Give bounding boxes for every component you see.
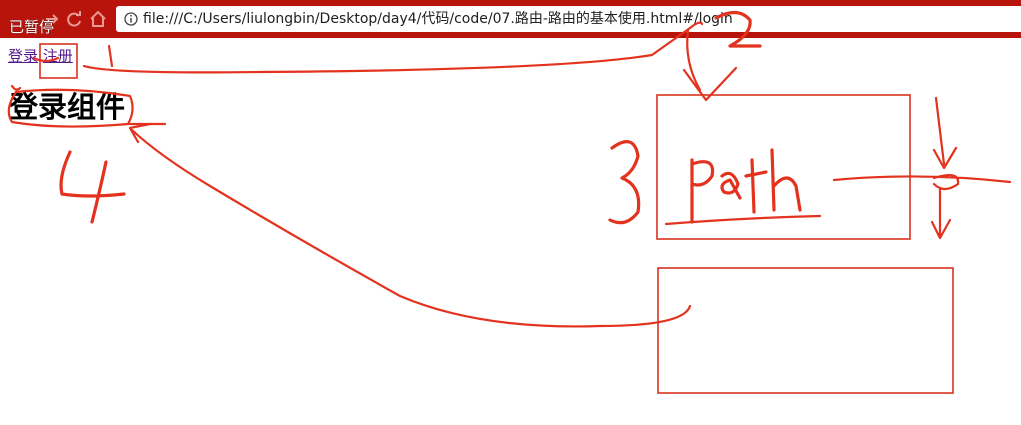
browser-toolbar: file:///C:/Users/liulongbin/Desktop/day4… bbox=[0, 0, 1021, 38]
url-to-path-arrow bbox=[682, 28, 738, 102]
path-underline bbox=[664, 214, 822, 226]
url-text[interactable]: file:///C:/Users/liulongbin/Desktop/day4… bbox=[143, 10, 733, 28]
info-icon[interactable] bbox=[124, 12, 138, 26]
reload-icon[interactable] bbox=[64, 9, 84, 29]
home-icon[interactable] bbox=[88, 9, 108, 29]
number-1-mark bbox=[107, 44, 114, 68]
path-side-arrow bbox=[832, 96, 1012, 240]
component-box bbox=[657, 267, 954, 394]
number-4-mark bbox=[59, 150, 126, 224]
component-to-heading-arrow bbox=[128, 122, 692, 328]
paused-overlay-label: 已暂停 bbox=[9, 18, 55, 36]
number-3-mark bbox=[608, 140, 641, 225]
path-handwriting bbox=[690, 148, 802, 224]
annotation-layer bbox=[7, 10, 1012, 394]
login-link[interactable]: 登录 bbox=[8, 47, 38, 65]
router-links: 登录 注册 bbox=[8, 47, 73, 65]
path-box bbox=[656, 94, 911, 240]
address-bar[interactable]: file:///C:/Users/liulongbin/Desktop/day4… bbox=[116, 6, 1021, 32]
register-link[interactable]: 注册 bbox=[43, 47, 73, 65]
login-component-heading: 登录组件 bbox=[9, 90, 126, 124]
